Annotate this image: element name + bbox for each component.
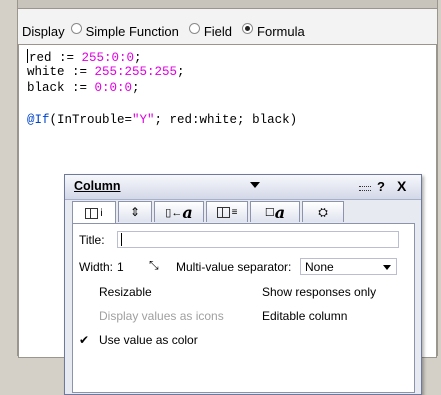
tab-title-font[interactable]: ☐ a — [250, 201, 300, 222]
icons-label: Display values as icons — [99, 309, 224, 323]
editable-label: Editable column — [262, 309, 348, 323]
editable-checkbox[interactable]: Editable column — [242, 309, 347, 323]
tab-font[interactable]: ▯← a — [154, 201, 204, 222]
window-top-strip — [0, 0, 441, 8]
radio-formula[interactable]: Formula — [242, 22, 305, 39]
separator-value: None — [305, 260, 334, 274]
radio-label: Field — [203, 23, 233, 39]
display-row: Display Simple Function Field Formula — [22, 22, 315, 40]
separator-label: Multi-value separator: — [176, 260, 292, 274]
grip-icon[interactable] — [359, 186, 371, 191]
show-responses-checkbox[interactable]: Show responses only — [242, 285, 376, 299]
close-button[interactable]: X — [397, 178, 406, 194]
right-margin-strip — [437, 0, 441, 356]
code-line-1: red := 255:0:0; — [27, 49, 142, 65]
help-button[interactable]: ? — [377, 179, 385, 194]
column-info-icon — [85, 207, 99, 219]
radio-label: Simple Function — [85, 23, 179, 39]
panel-body: Title: Width: 1 ⤡ Multi-value separator:… — [72, 223, 415, 393]
text-caret — [121, 233, 122, 246]
tab-sorting[interactable]: ⇕ — [118, 201, 152, 222]
radio-simple-function[interactable]: Simple Function — [70, 22, 179, 39]
title-input[interactable] — [117, 231, 399, 248]
formula-editor[interactable]: red := 255:0:0; white := 255:255:255; bl… — [18, 44, 437, 395]
color-label: Use value as color — [99, 333, 198, 347]
panel-title-bar: Column ? X — [65, 175, 421, 200]
resizable-label: Resizable — [99, 285, 152, 299]
numbers-icon — [216, 206, 230, 218]
show-responses-label: Show responses only — [262, 285, 377, 299]
chevron-down-icon[interactable] — [250, 182, 260, 188]
radio-icon — [70, 22, 82, 34]
resizable-checkbox[interactable]: Resizable — [79, 285, 152, 299]
color-checkbox[interactable]: ✔ Use value as color — [79, 333, 198, 347]
icons-checkbox: Display values as icons — [79, 309, 224, 323]
programmer-pane: Display Simple Function Field Formula re… — [18, 8, 437, 395]
text-caret — [27, 49, 28, 63]
separator-select[interactable]: None — [300, 258, 397, 275]
radio-selected-icon — [242, 22, 254, 34]
font-icon: ▯← — [165, 206, 183, 219]
title-label: Title: — [79, 233, 105, 247]
sorting-icon: ⇕ — [129, 205, 141, 219]
code-line-2: white := 255:255:255; — [27, 65, 185, 79]
tab-advanced[interactable]: ⛭ — [302, 201, 344, 222]
title-font-icon: ☐ — [264, 206, 275, 219]
radio-label: Formula — [257, 23, 305, 39]
panel-tabs: ⅰ ⇕ ▯← a ≡ ☐ a ⛭ — [72, 201, 346, 224]
advanced-icon: ⛭ — [318, 204, 328, 219]
radio-field[interactable]: Field — [188, 22, 233, 39]
radio-icon — [188, 22, 200, 34]
tab-info[interactable]: ⅰ — [72, 201, 116, 224]
left-margin-strip — [0, 0, 18, 356]
checkmark-icon: ✔ — [79, 333, 90, 347]
width-label: Width: — [79, 260, 114, 274]
chevron-down-icon — [383, 265, 391, 270]
code-line-3: black := 0:0:0; — [27, 81, 140, 95]
code-line-4: @If(InTrouble="Y"; red:white; black) — [27, 113, 298, 127]
width-stepper-icon[interactable]: ⤡ — [149, 258, 159, 273]
panel-title[interactable]: Column — [74, 179, 121, 193]
column-properties-panel: Column ? X ⅰ ⇕ ▯← a ≡ ☐ a ⛭ Title: Width: … — [64, 174, 422, 395]
display-label: Display — [22, 23, 65, 39]
tab-numbers[interactable]: ≡ — [206, 201, 248, 222]
width-value[interactable]: 1 — [117, 260, 124, 274]
